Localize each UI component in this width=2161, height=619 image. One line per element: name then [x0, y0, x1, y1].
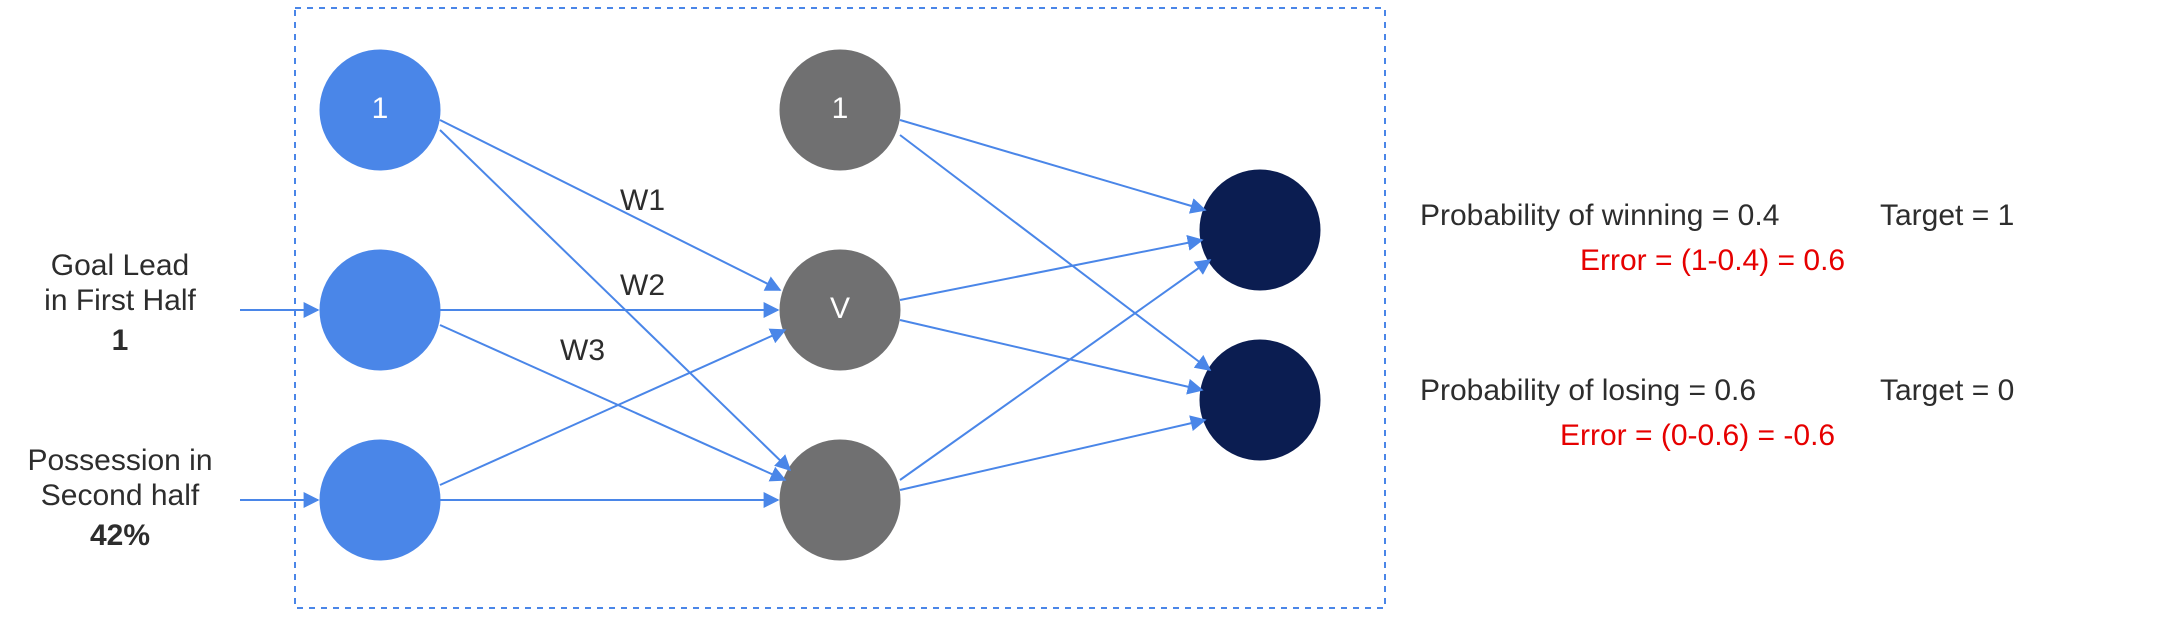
hidden-2-node: [780, 440, 900, 560]
input-bias-label: 1: [372, 92, 389, 125]
input-feature2-node: [320, 440, 440, 560]
nn-diagram: 1 1 V W1 W2 W3 Goal Lead in First Half 1…: [0, 0, 2161, 619]
output-win-target: Target = 1: [1880, 199, 2014, 232]
feature1-label-line2: in First Half: [44, 284, 196, 317]
hidden-v-label: V: [830, 292, 850, 325]
output-win-error: Error = (1-0.4) = 0.6: [1580, 244, 1845, 277]
output-lose-node: [1200, 340, 1320, 460]
edge-in0-h1: [440, 120, 780, 290]
edge-in2-h1: [440, 330, 785, 485]
feature1-value: 1: [112, 324, 129, 357]
feature2-label-line2: Second half: [41, 479, 200, 512]
edge-h0-o1: [900, 135, 1210, 370]
weight-w1-label: W1: [620, 184, 665, 217]
feature2-value: 42%: [90, 519, 150, 552]
output-win-prob: Probability of winning = 0.4: [1420, 199, 1779, 232]
output-lose-prob: Probability of losing = 0.6: [1420, 374, 1756, 407]
edge-in1-h2: [440, 325, 785, 480]
output-lose-error: Error = (0-0.6) = -0.6: [1560, 419, 1835, 452]
input-feature1-node: [320, 250, 440, 370]
edge-h0-o0: [900, 120, 1205, 210]
output-lose-target: Target = 0: [1880, 374, 2014, 407]
edge-h2-o0: [900, 260, 1210, 480]
weight-w3-label: W3: [560, 334, 605, 367]
edge-h2-o1: [900, 420, 1205, 490]
output-win-node: [1200, 170, 1320, 290]
weight-w2-label: W2: [620, 269, 665, 302]
hidden-bias-label: 1: [832, 92, 849, 125]
feature2-label-line1: Possession in: [27, 444, 212, 477]
feature1-label-line1: Goal Lead: [51, 249, 189, 282]
edge-in0-h2: [440, 130, 790, 470]
